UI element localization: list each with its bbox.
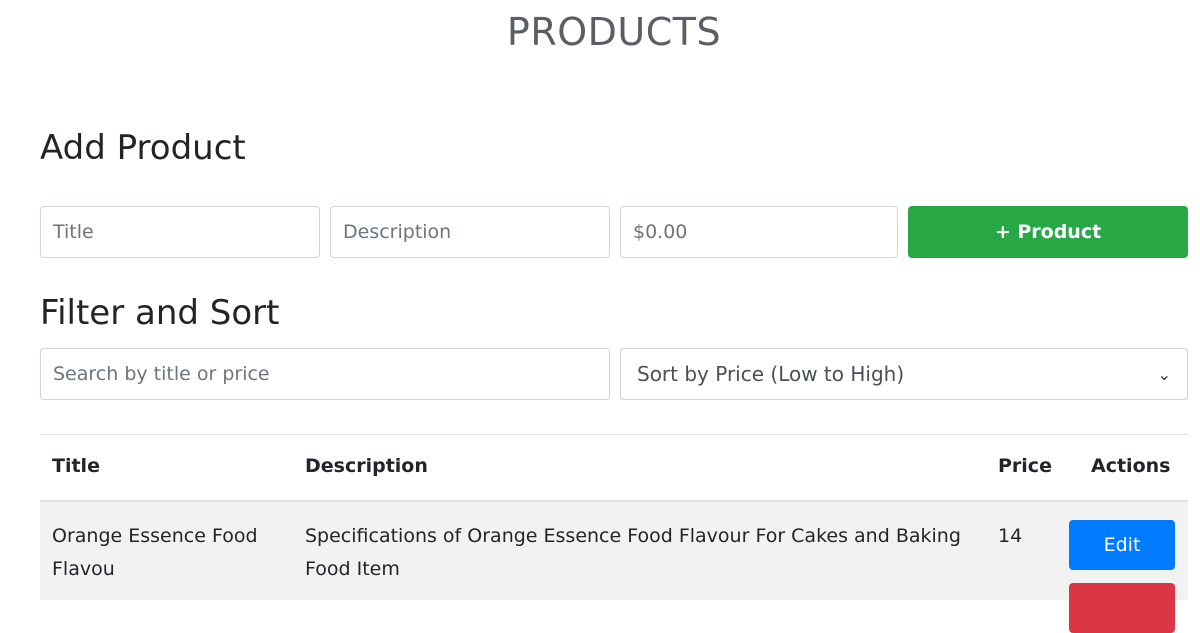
page-title: PRODUCTS [506,10,722,54]
column-header-description: Description [305,455,428,477]
title-input[interactable] [40,206,320,258]
description-input[interactable] [330,206,610,258]
add-product-button[interactable]: + Product [908,206,1188,258]
sort-selected-value: Sort by Price (Low to High) [637,362,905,386]
row-title-cell: Orange Essence Food Flavou [52,525,258,580]
row-price-cell: 14 [998,525,1023,547]
price-input[interactable] [620,206,898,258]
column-header-title: Title [52,455,100,477]
sort-select[interactable]: Sort by Price (Low to High) ⌄ [620,348,1188,400]
add-product-heading: Add Product [40,128,246,168]
edit-button[interactable]: Edit [1069,520,1175,570]
search-input[interactable] [40,348,610,400]
filter-sort-heading: Filter and Sort [40,293,280,333]
table-top-divider [40,434,1188,435]
delete-button[interactable] [1069,583,1175,633]
column-header-price: Price [998,455,1052,477]
column-header-actions: Actions [1091,455,1171,477]
chevron-down-icon: ⌄ [1157,364,1171,384]
row-description-cell: Specifications of Orange Essence Food Fl… [305,525,961,580]
